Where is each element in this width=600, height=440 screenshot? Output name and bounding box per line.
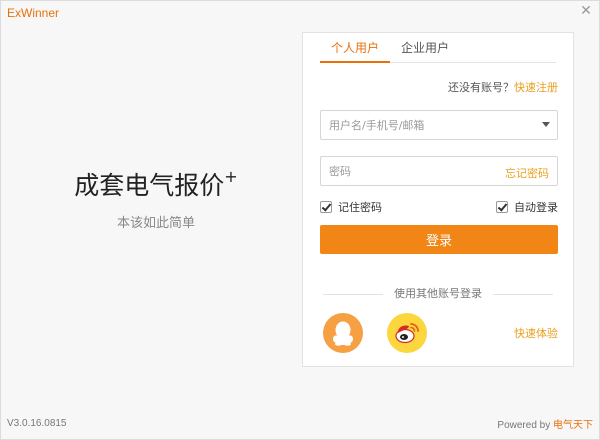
powered-by-label: Powered by [497, 420, 551, 431]
hero-title-text: 成套电气报价 [74, 171, 225, 200]
remember-password-label: 记住密码 [338, 201, 382, 214]
weibo-login-button[interactable] [387, 313, 427, 353]
hero-title-sup: + [224, 167, 238, 186]
forgot-password-link[interactable]: 忘记密码 [505, 165, 549, 181]
user-type-tabs: 个人用户 企业用户 [320, 41, 460, 63]
close-icon[interactable]: ✕ [579, 4, 593, 18]
hero: 成套电气报价+ 本该如此简单 [61, 166, 251, 231]
remember-password-checkbox[interactable]: 记住密码 [320, 199, 382, 215]
brand-link[interactable]: 电气天下 [553, 420, 593, 431]
auto-login-label: 自动登录 [514, 201, 558, 214]
username-input[interactable] [321, 111, 521, 139]
checkbox-checked-icon[interactable] [496, 201, 508, 213]
login-window: ExWinner ✕ 成套电气报价+ 本该如此简单 个人用户 企业用户 还没有账… [0, 0, 600, 440]
version-label: V3.0.16.0815 [7, 418, 67, 429]
divider-line-right [493, 294, 553, 295]
register-prompt: 还没有账号？ [448, 81, 514, 94]
other-login-divider: 使用其他账号登录 [320, 288, 556, 300]
login-panel: 个人用户 企业用户 还没有账号？快速注册 忘记密码 记住密码 自动登录 登录 使… [302, 32, 574, 367]
hero-subtitle: 本该如此简单 [116, 216, 195, 231]
auto-login-checkbox[interactable]: 自动登录 [496, 199, 558, 215]
quick-try-link[interactable]: 快速体验 [514, 325, 558, 341]
active-tab-indicator [320, 61, 390, 63]
password-field: 忘记密码 [320, 156, 558, 186]
chevron-down-icon[interactable] [542, 122, 550, 127]
username-field [320, 110, 558, 140]
register-row: 还没有账号？快速注册 [448, 79, 558, 95]
tab-personal-user[interactable]: 个人用户 [320, 41, 390, 63]
qq-icon [333, 321, 353, 346]
password-input[interactable] [321, 157, 521, 185]
qq-login-button[interactable] [323, 313, 363, 353]
powered-by: Powered by 电气天下 [497, 416, 593, 431]
hero-title: 成套电气报价+ [61, 166, 251, 202]
login-button[interactable]: 登录 [320, 225, 558, 254]
tab-enterprise-user[interactable]: 企业用户 [390, 41, 460, 63]
register-link[interactable]: 快速注册 [514, 81, 558, 94]
checkbox-checked-icon[interactable] [320, 201, 332, 213]
weibo-icon [395, 323, 419, 344]
app-title: ExWinner [7, 6, 60, 20]
